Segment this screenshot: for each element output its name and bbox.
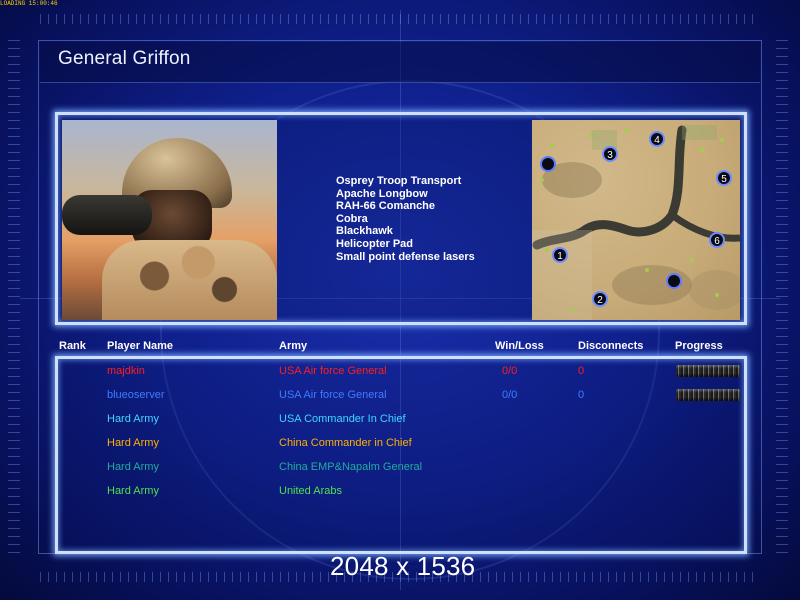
header-progress: Progress (675, 340, 723, 352)
start-position-marker: 6 (709, 232, 725, 248)
start-position-marker: 5 (716, 170, 732, 186)
status-readout: LOADING 15:00:46 (0, 0, 58, 7)
unit-item: Small point defense lasers (336, 250, 475, 263)
svg-text:2: 2 (597, 295, 603, 306)
header-win-loss: Win/Loss (495, 340, 544, 352)
svg-text:6: 6 (714, 236, 720, 247)
unit-item: RAH-66 Comanche (336, 200, 436, 213)
start-position-marker: 4 (649, 131, 665, 147)
army-name: China Commander in Chief (279, 437, 412, 449)
army-name: USA Commander In Chief (279, 413, 406, 425)
resolution-label: 2048 x 1536 (330, 551, 476, 581)
army-name: United Arabs (279, 485, 342, 497)
player-name: Hard Army (107, 461, 159, 473)
svg-text:3: 3 (607, 150, 613, 161)
player-name: blueoserver (107, 389, 165, 401)
header-army: Army (279, 340, 308, 352)
general-unit-list: Osprey Troop Transport Apache Longbow RA… (336, 175, 475, 263)
win-loss: 0/0 (502, 365, 518, 377)
header-rank: Rank (59, 340, 86, 352)
player-name: Hard Army (107, 485, 159, 497)
header-disconnects: Disconnects (578, 340, 644, 352)
player-name: Hard Army (107, 413, 159, 425)
start-position-marker: 1 (552, 247, 568, 263)
player-table-panel (55, 356, 747, 554)
player-name: majdkin (107, 365, 145, 377)
army-name: USA Air force General (279, 365, 387, 377)
svg-text:4: 4 (654, 135, 660, 146)
army-name: China EMP&Napalm General (279, 461, 423, 473)
progress-bar (676, 365, 740, 377)
general-title: General Griffon (58, 48, 191, 69)
player-name: Hard Army (107, 437, 159, 449)
unit-item: Osprey Troop Transport (336, 175, 462, 187)
win-loss: 0/0 (502, 389, 518, 401)
unit-item: Blackhawk (336, 225, 393, 238)
frame-ticks-left (8, 40, 20, 560)
svg-text:5: 5 (721, 174, 727, 185)
general-portrait (62, 120, 277, 320)
progress-bar (676, 389, 740, 401)
disconnects: 0 (578, 365, 585, 377)
unit-item: Helicopter Pad (336, 237, 414, 250)
army-name: USA Air force General (279, 389, 387, 401)
svg-text:1: 1 (557, 251, 563, 262)
frame-ticks-right (776, 40, 788, 560)
minimap: 1 2 3 4 5 6 (532, 120, 740, 320)
header-player-name: Player Name (107, 340, 174, 352)
unit-item: Apache Longbow (336, 187, 428, 200)
disconnects: 0 (578, 389, 585, 401)
unit-item: Cobra (336, 212, 368, 225)
start-position-marker: 2 (592, 291, 608, 307)
start-position-marker: 3 (602, 146, 618, 162)
